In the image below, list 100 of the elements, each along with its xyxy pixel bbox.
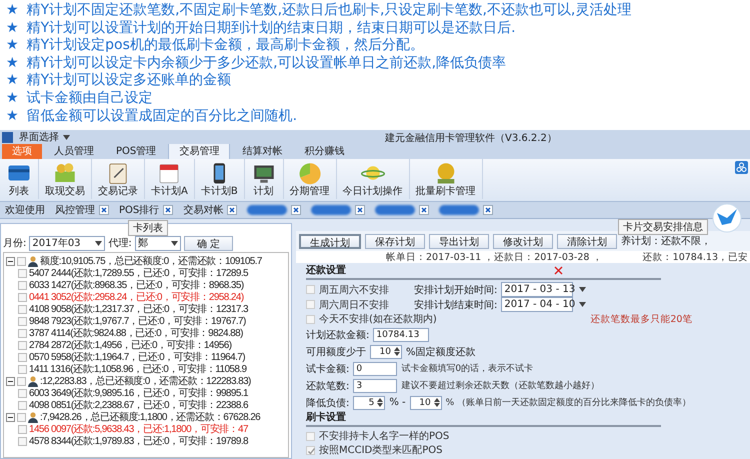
close-icon[interactable] bbox=[355, 205, 366, 215]
collapse-icon[interactable] bbox=[6, 256, 15, 266]
checkbox[interactable] bbox=[18, 304, 27, 314]
ribbon-tab[interactable]: 结算对帐 bbox=[232, 144, 292, 159]
tree-item[interactable]: 4578 8344(还款:1,9789.83，已还:0，可安排：19789.8 bbox=[29, 434, 248, 448]
pie-icon bbox=[296, 161, 323, 185]
spinner-arrows-icon bbox=[377, 398, 384, 407]
toolbar-button[interactable]: 卡计划B bbox=[194, 159, 245, 199]
number-spinner[interactable]: 10 bbox=[370, 344, 402, 358]
plan-button[interactable]: 清除计划 bbox=[557, 234, 617, 248]
caret-icon bbox=[95, 240, 102, 246]
checkbox[interactable] bbox=[17, 376, 26, 386]
tree-item[interactable]: 3787 4114(还款:9824.88，已还:0，可安排：9824.88) bbox=[29, 326, 243, 340]
trial-amount-field[interactable]: 0 bbox=[353, 362, 398, 376]
amount-field[interactable]: 10784.13 bbox=[373, 328, 430, 342]
field-label: 试卡金额: bbox=[306, 362, 350, 376]
toolbar-button[interactable]: 取现交易 bbox=[39, 159, 92, 199]
toolbar-button[interactable]: 计划 bbox=[244, 159, 284, 199]
tree-item[interactable]: 6033 1427(还款:8968.35，已还:0，可安排：8968.35) bbox=[29, 278, 244, 292]
checkbox[interactable] bbox=[18, 424, 27, 434]
document-tab[interactable]: POS排行 bbox=[119, 203, 160, 217]
plan-button[interactable]: 保存计划 bbox=[365, 234, 425, 248]
plan-button[interactable]: 导出计划 bbox=[429, 234, 489, 248]
month-dropdown[interactable]: 2017年03 bbox=[29, 236, 106, 250]
panel-title: 卡片交易安排信息 bbox=[618, 219, 708, 235]
tree-item[interactable]: 4098 0851(还款:2,2388.67，已还:0，可安排：22388.6 bbox=[29, 398, 248, 412]
tree-item[interactable]: 4108 9058(还款:1,2317.37，已还:0，可安排：12317.3 bbox=[29, 302, 248, 316]
checkbox[interactable] bbox=[18, 400, 27, 410]
toolbar-button[interactable]: 批量刷卡管理 bbox=[410, 159, 483, 199]
collapse-icon[interactable] bbox=[6, 376, 15, 386]
collapse-icon[interactable] bbox=[6, 412, 15, 422]
number-spinner[interactable]: 5 bbox=[353, 396, 386, 410]
checkbox[interactable] bbox=[18, 388, 27, 398]
plan-button[interactable]: 修改计划 bbox=[493, 234, 553, 248]
blurred-tab[interactable] bbox=[311, 205, 352, 215]
checkbox[interactable] bbox=[18, 352, 27, 362]
checkbox[interactable] bbox=[18, 364, 27, 374]
ribbon-tab[interactable]: 人员管理 bbox=[44, 144, 104, 159]
blurred-tab[interactable] bbox=[247, 205, 288, 215]
star-icon: ★ bbox=[6, 20, 19, 38]
checkbox[interactable] bbox=[306, 314, 315, 324]
toolbar-button[interactable]: 今日计划操作 bbox=[336, 159, 410, 199]
caret-icon bbox=[579, 302, 586, 307]
spinner-arrows-icon bbox=[434, 398, 440, 407]
promo-text: 精Y计划不固定还款笔数,不固定刷卡笔数,还款日后也刷卡,只设定刷卡笔数,不还款也可以,灵活处理 bbox=[26, 2, 632, 20]
close-icon[interactable] bbox=[483, 205, 494, 215]
blurred-tab[interactable] bbox=[375, 205, 416, 215]
tree-item[interactable]: 2784 2872(还款:1,4956，已还:0，可安排：14956) bbox=[29, 338, 232, 352]
checkbox[interactable] bbox=[18, 268, 27, 278]
checkbox[interactable] bbox=[18, 280, 27, 290]
toolbar-button[interactable]: 分期管理 bbox=[284, 159, 337, 199]
tree-item[interactable]: 6003 3649(还款:9,9895.16，已还:0，可安排：99895.1 bbox=[29, 386, 248, 400]
checkbox[interactable] bbox=[306, 285, 315, 294]
tree-item[interactable]: 9848 7923(还款:1,9767.7，已还:0，可安排：19767.7) bbox=[29, 314, 246, 328]
tree-item[interactable]: 5407 2444(还款:1,7289.55，已还:0，可安排：17289.5 bbox=[29, 266, 248, 280]
toolbar-button[interactable]: 卡计划A bbox=[145, 159, 195, 199]
checkbox[interactable] bbox=[18, 340, 27, 350]
plan-button[interactable]: 生成计划 bbox=[299, 234, 361, 248]
ribbon-tab[interactable]: POS管理 bbox=[106, 144, 166, 159]
tree-item[interactable]: 1411 1316(还款:1,1058.96，已还:0，可安排：11058.9 bbox=[29, 362, 246, 376]
checkbox[interactable] bbox=[18, 292, 27, 302]
tree-item[interactable]: 额度:10,9105.75，总已还额度:0，还需还款：109105.7 bbox=[40, 254, 262, 268]
close-icon[interactable] bbox=[163, 205, 174, 215]
checkbox[interactable] bbox=[18, 436, 27, 446]
checkbox[interactable] bbox=[306, 300, 315, 309]
agent-dropdown[interactable]: 鄭 bbox=[134, 236, 181, 250]
confirm-button[interactable]: 确 定 bbox=[184, 236, 233, 250]
close-icon[interactable] bbox=[291, 205, 302, 215]
checkbox[interactable] bbox=[17, 256, 26, 266]
person-icon bbox=[28, 256, 38, 266]
checkbox[interactable] bbox=[18, 316, 27, 326]
tree-item[interactable]: 0441 3052(还款:2958.24，已还:0，可安排：2958.24) bbox=[29, 290, 244, 304]
repay-count-field[interactable]: 3 bbox=[353, 378, 398, 392]
checkbox[interactable] bbox=[17, 412, 26, 422]
toolbar-button[interactable]: 交易记录 bbox=[92, 159, 145, 199]
document-tab[interactable]: 欢迎使用 bbox=[5, 203, 45, 217]
plan-status: 养计划：还款不限， bbox=[621, 234, 711, 248]
menu-button[interactable]: 界面选择 bbox=[19, 130, 70, 144]
tree-item[interactable]: :12,2283.83，总已还额度:0，还需还款：122283.83) bbox=[40, 374, 251, 388]
checkbox[interactable] bbox=[18, 328, 27, 338]
tree-item[interactable]: 1456 0097(还款:5,9638.43，已还:1,1800，可安排：47 bbox=[29, 422, 248, 436]
document-tab[interactable]: 交易对帐 bbox=[183, 203, 224, 217]
tree-item[interactable]: :7,9428.26，总已还额度:1,1800，还需还款：67628.26 bbox=[40, 410, 260, 424]
tree-item[interactable]: 0570 5958(还款:1,1964.7，已还:0，可安排：11964.7) bbox=[29, 350, 245, 364]
close-icon[interactable] bbox=[419, 205, 430, 215]
close-icon[interactable] bbox=[99, 205, 109, 215]
field-label: 降低负债: bbox=[306, 396, 350, 410]
close-icon[interactable] bbox=[227, 205, 238, 215]
promo-text: 精Y计划设定pos机的最低刷卡金额，最高刷卡金额，然后分配。 bbox=[26, 37, 424, 55]
close-icon[interactable] bbox=[554, 266, 563, 275]
promo-text: 精Y计划可以设定多还账单的金额 bbox=[26, 72, 232, 90]
share-icon[interactable] bbox=[735, 161, 748, 174]
number-spinner[interactable]: 10 bbox=[410, 396, 442, 410]
checkbox[interactable] bbox=[306, 446, 315, 454]
document-tab[interactable]: 风控管理 bbox=[55, 203, 95, 217]
toolbar-button[interactable]: 列表 bbox=[0, 159, 39, 199]
ribbon-tab[interactable]: 交易管理 bbox=[168, 143, 230, 159]
ribbon-tab[interactable]: 积分赚钱 bbox=[294, 144, 354, 159]
checkbox[interactable] bbox=[306, 432, 315, 440]
blurred-tab[interactable] bbox=[439, 205, 480, 215]
